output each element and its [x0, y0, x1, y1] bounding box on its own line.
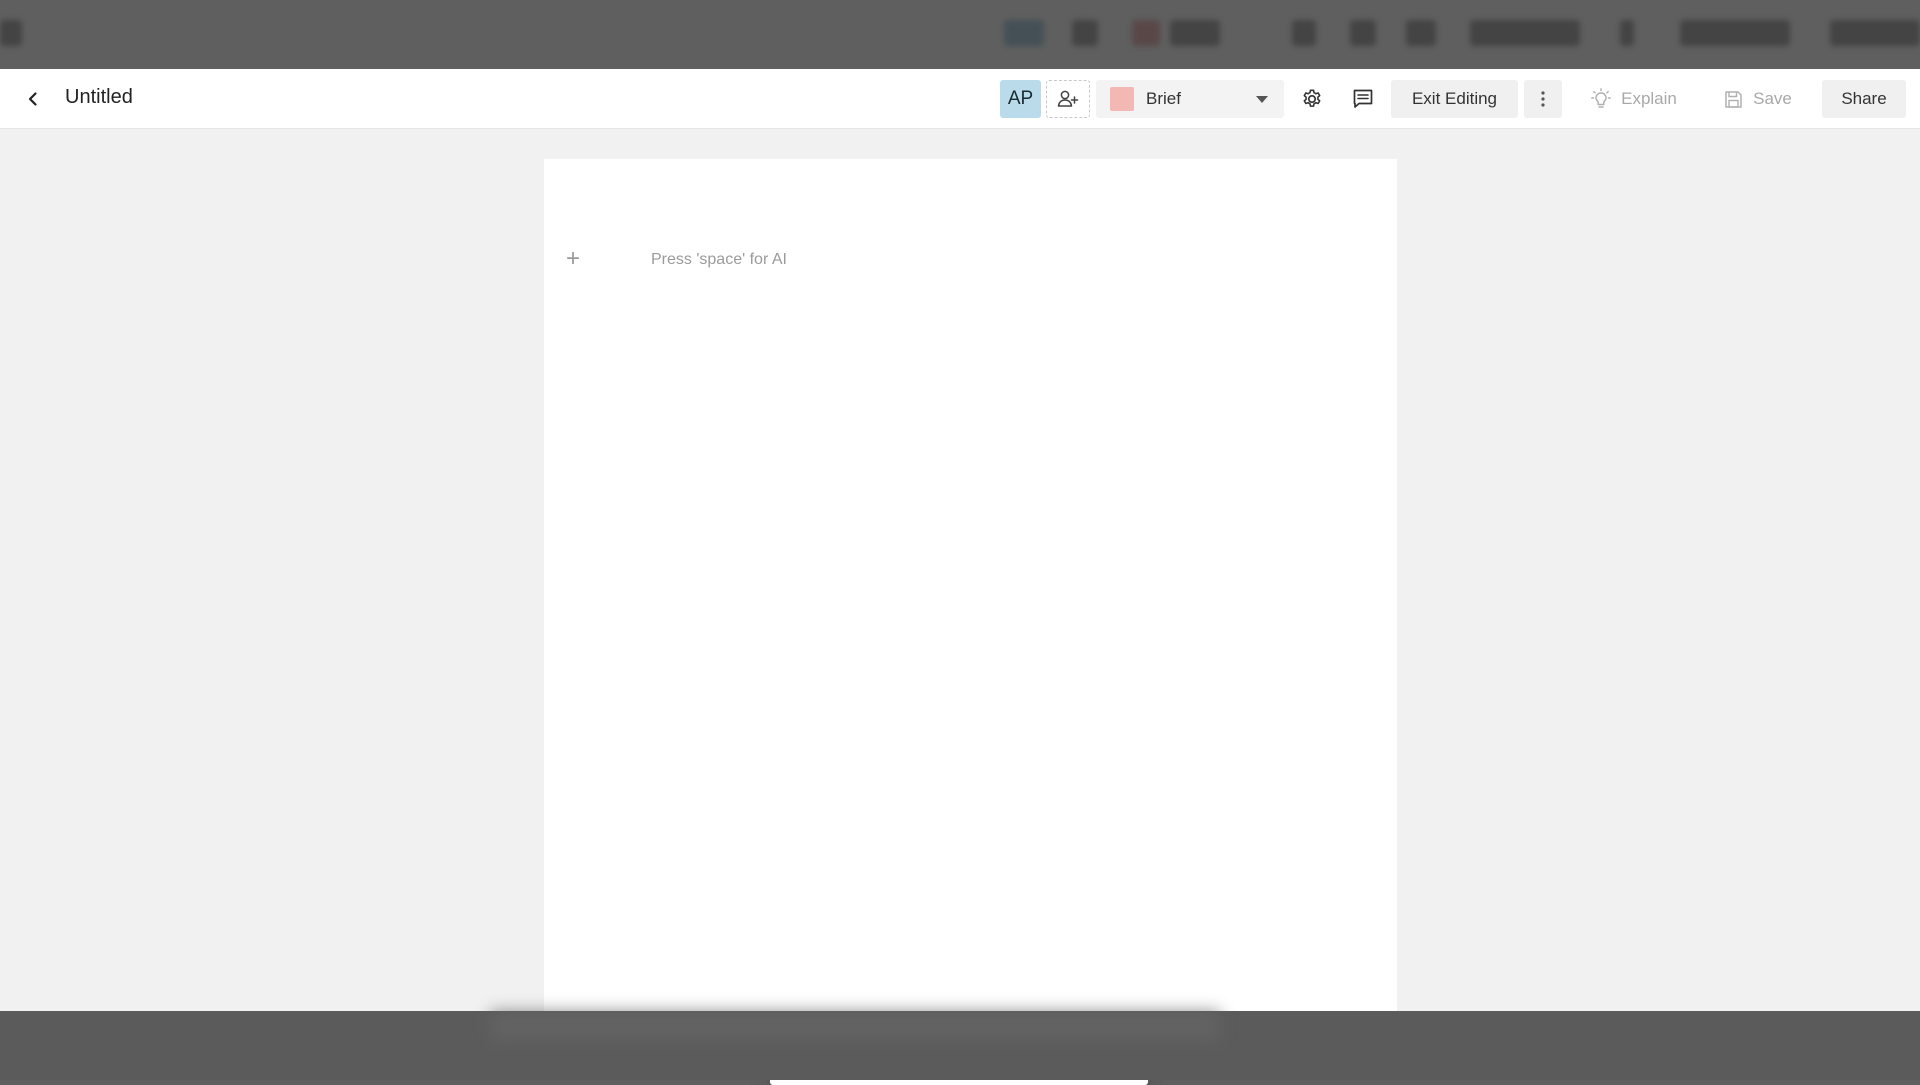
share-button[interactable]: Share — [1822, 80, 1906, 118]
user-avatar[interactable]: AP — [1000, 80, 1041, 118]
chevron-down-icon — [1256, 96, 1268, 103]
settings-button[interactable] — [1290, 80, 1334, 118]
explain-label: Explain — [1621, 89, 1677, 108]
comments-button[interactable] — [1341, 80, 1385, 118]
add-block-button[interactable]: + — [566, 247, 580, 271]
background-overlay-top — [0, 0, 1920, 69]
chevron-left-icon — [28, 92, 37, 106]
exit-editing-button[interactable]: Exit Editing — [1391, 80, 1518, 118]
editor-placeholder[interactable]: Press 'space' for AI — [651, 251, 787, 269]
template-color-swatch — [1110, 87, 1134, 111]
editor-header: Untitled AP Brief Exit Editing Explain S… — [0, 69, 1920, 129]
template-selector-dropdown[interactable]: Brief — [1096, 80, 1284, 118]
save-button[interactable]: Save — [1704, 80, 1812, 118]
plus-icon: + — [566, 245, 581, 272]
add-user-icon — [1057, 90, 1079, 107]
document-title[interactable]: Untitled — [65, 86, 133, 109]
lightbulb-icon — [1591, 88, 1612, 110]
save-label: Save — [1753, 89, 1792, 108]
more-options-button[interactable] — [1524, 80, 1562, 118]
add-collaborator-button[interactable] — [1046, 80, 1090, 118]
blurred-toolbar-ghost — [0, 0, 1920, 69]
floppy-disk-icon — [1724, 90, 1743, 109]
document-page[interactable]: + Press 'space' for AI — [544, 159, 1397, 1011]
document-editor-app: Untitled AP Brief Exit Editing Explain S… — [0, 69, 1920, 1085]
explain-button[interactable]: Explain — [1570, 80, 1698, 118]
blurred-page-ghost — [490, 1011, 1220, 1041]
comment-icon — [1353, 89, 1373, 108]
template-selector-label: Brief — [1146, 89, 1181, 108]
vertical-dots-icon — [1541, 91, 1545, 107]
back-button[interactable] — [18, 84, 48, 114]
gear-icon — [1303, 89, 1321, 107]
